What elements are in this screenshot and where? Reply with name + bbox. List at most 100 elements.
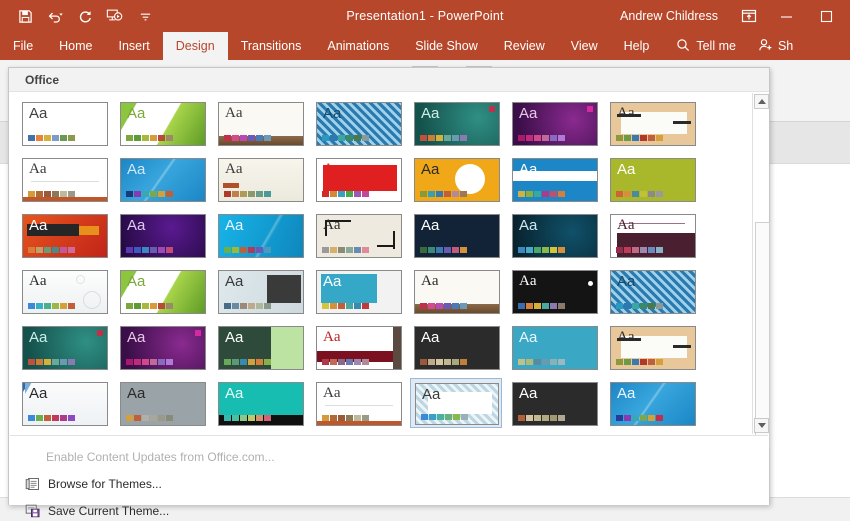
tab-slide-show[interactable]: Slide Show (402, 32, 491, 60)
customize-quick-access-toolbar-icon[interactable] (130, 3, 160, 29)
theme-thumbnail[interactable]: Aa (410, 322, 502, 372)
theme-thumbnail[interactable]: Aa (606, 266, 698, 316)
theme-sample-text: Aa (519, 106, 537, 122)
color-swatch (640, 135, 647, 141)
theme-thumbnail[interactable]: Aa (312, 322, 404, 372)
theme-thumbnail[interactable]: Aa (312, 154, 404, 204)
tab-file[interactable]: File (0, 32, 46, 60)
chevron-down-icon (758, 423, 766, 428)
save-icon[interactable] (10, 3, 40, 29)
tab-insert[interactable]: Insert (106, 32, 163, 60)
color-swatch (550, 359, 557, 365)
theme-thumbnail[interactable]: Aa (18, 210, 110, 260)
save-current-theme-item[interactable]: Save Current Theme... (9, 499, 769, 521)
color-swatch (518, 415, 525, 421)
theme-thumbnail[interactable]: Aa (18, 322, 110, 372)
gallery-footer: Enable Content Updates from Office.com..… (9, 435, 769, 505)
theme-sample-text: Aa (617, 162, 635, 178)
color-swatch (134, 415, 141, 421)
theme-thumbnail[interactable]: Aa (116, 378, 208, 428)
color-swatch (542, 359, 549, 365)
color-swatch (526, 303, 533, 309)
tab-help[interactable]: Help (611, 32, 663, 60)
start-from-beginning-icon[interactable] (100, 3, 130, 29)
theme-thumbnail[interactable]: Aa (508, 98, 600, 148)
browse-for-themes-item[interactable]: Browse for Themes... (9, 472, 769, 495)
color-swatch (240, 247, 247, 253)
gallery-scroll-area[interactable]: AaAaAaAaAaAaAaAaAaAaAaAaAaAaAaAaAaAaAaAa… (9, 93, 754, 434)
color-swatch (256, 135, 263, 141)
tab-design[interactable]: Design (163, 32, 228, 60)
theme-thumbnail[interactable]: Aa (508, 266, 600, 316)
color-swatch (550, 415, 557, 421)
color-swatch (256, 191, 263, 197)
gallery-scrollbar[interactable] (752, 93, 769, 434)
theme-preview: Aa (316, 382, 402, 426)
theme-thumbnail[interactable]: Aa (312, 266, 404, 316)
tab-view[interactable]: View (558, 32, 611, 60)
theme-thumbnail[interactable]: Aa (410, 154, 502, 204)
scrollbar-thumb[interactable] (755, 222, 770, 448)
color-swatch (648, 303, 655, 309)
theme-thumbnail[interactable]: Aa (214, 378, 306, 428)
theme-thumbnail[interactable]: Aa (214, 322, 306, 372)
color-swatch (558, 191, 565, 197)
color-swatch (240, 359, 247, 365)
theme-thumbnail[interactable]: Aa (18, 98, 110, 148)
color-swatch (534, 247, 541, 253)
theme-thumbnail[interactable]: Aa (606, 378, 698, 428)
theme-thumbnail[interactable]: Aa (312, 210, 404, 260)
scrollbar-track[interactable] (754, 110, 769, 417)
theme-thumbnail[interactable]: Aa (214, 266, 306, 316)
color-swatch (526, 191, 533, 197)
theme-thumbnail[interactable]: Aa (116, 266, 208, 316)
tell-me-search[interactable]: Tell me (662, 32, 748, 60)
tab-review[interactable]: Review (491, 32, 558, 60)
tab-home[interactable]: Home (46, 32, 105, 60)
color-swatch (346, 247, 353, 253)
theme-thumbnail[interactable]: Aa (116, 154, 208, 204)
theme-thumbnail[interactable]: Aa (18, 266, 110, 316)
theme-thumbnail[interactable]: Aa (606, 322, 698, 372)
theme-thumbnail[interactable]: Aa (606, 154, 698, 204)
theme-thumbnail[interactable]: Aa (214, 210, 306, 260)
theme-thumbnail[interactable]: Aa (312, 378, 404, 428)
theme-preview: Aa (120, 326, 206, 370)
theme-thumbnail[interactable]: Aa (410, 210, 502, 260)
theme-thumbnail[interactable]: Aa (116, 98, 208, 148)
color-swatch (444, 303, 451, 309)
theme-thumbnail[interactable]: Aa (606, 98, 698, 148)
theme-thumbnail[interactable]: Aa (18, 378, 110, 428)
color-swatch (142, 359, 149, 365)
tab-animations[interactable]: Animations (314, 32, 402, 60)
maximize-button[interactable] (806, 0, 846, 32)
theme-thumbnail[interactable]: Aa (214, 98, 306, 148)
theme-thumbnail[interactable]: Aa (508, 154, 600, 204)
minimize-button[interactable] (766, 0, 806, 32)
ribbon-display-options-icon[interactable] (732, 0, 766, 32)
theme-thumbnail[interactable]: Aa (508, 378, 600, 428)
scroll-down-button[interactable] (754, 418, 769, 433)
theme-thumbnail[interactable]: Aa (18, 154, 110, 204)
color-swatch (452, 303, 459, 309)
theme-thumbnail[interactable]: Aa (508, 210, 600, 260)
color-swatch (452, 135, 459, 141)
theme-thumbnail[interactable]: Aa (508, 322, 600, 372)
color-swatch (526, 359, 533, 365)
share-button[interactable]: Sh (748, 32, 799, 60)
theme-thumbnail[interactable]: Aa (410, 266, 502, 316)
theme-thumbnail[interactable]: Aa (116, 322, 208, 372)
color-swatch (134, 135, 141, 141)
undo-icon[interactable] (40, 3, 70, 29)
theme-thumbnail[interactable]: Aa (116, 210, 208, 260)
tab-transitions[interactable]: Transitions (228, 32, 315, 60)
theme-thumbnail[interactable]: Aa (214, 154, 306, 204)
theme-thumbnail[interactable]: Aa (606, 210, 698, 260)
theme-thumbnail[interactable]: Aa (410, 378, 502, 428)
theme-thumbnail[interactable]: Aa (312, 98, 404, 148)
account-user-name[interactable]: Andrew Childress (620, 9, 718, 23)
theme-thumbnail[interactable]: Aa (410, 98, 502, 148)
redo-icon[interactable] (70, 3, 100, 29)
scroll-up-button[interactable] (754, 94, 769, 109)
color-swatch (558, 247, 565, 253)
